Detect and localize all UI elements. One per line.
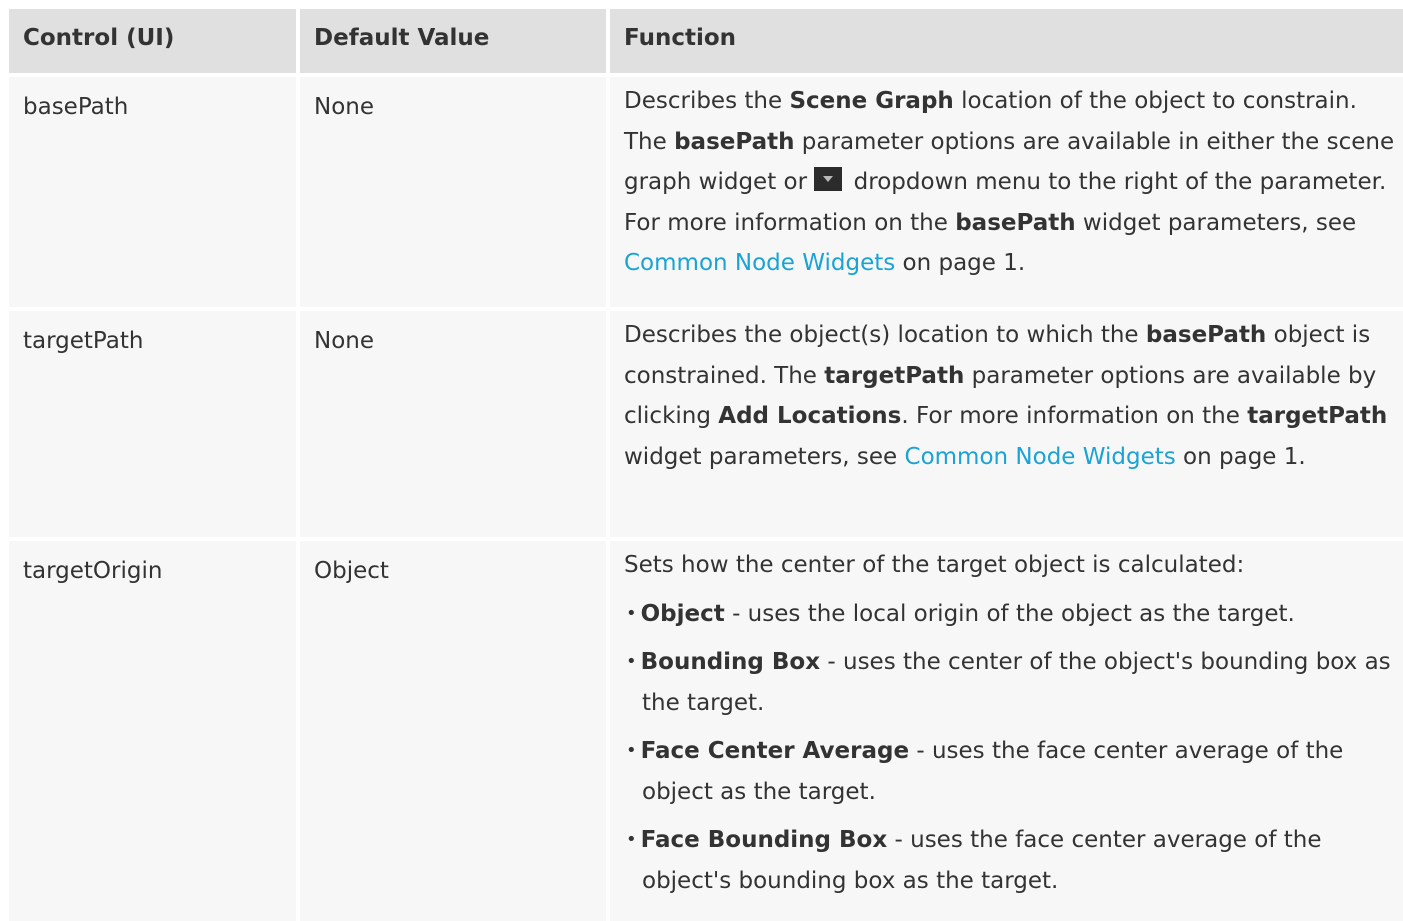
control-name: basePath [23, 94, 129, 120]
default-value: None [314, 94, 375, 120]
default-value: None [314, 328, 375, 354]
common-node-widgets-link[interactable]: Common Node Widgets [624, 250, 895, 276]
list-item: • Object - uses the local origin of the o… [626, 600, 1295, 627]
parameters-table: Control (UI) Default Value Function base… [9, 9, 1403, 921]
list-item: • Bounding Box - uses the center of the o… [626, 649, 1391, 716]
header-function: Function [610, 9, 1403, 73]
table-row: targetOrigin Object Sets how the center … [9, 541, 1403, 921]
function-description: Describes the object(s) location to whic… [624, 322, 1388, 470]
table-row: targetPath None Describes the object(s) … [9, 311, 1403, 541]
list-item: • Face Center Average - uses the face cen… [626, 738, 1344, 805]
header-default-value: Default Value [300, 9, 610, 73]
function-description: Describes the Scene Graph location of th… [624, 88, 1395, 276]
header-control: Control (UI) [9, 9, 300, 73]
table-row: basePath None Describes the Scene Graph … [9, 77, 1403, 311]
default-value: Object [314, 558, 389, 584]
list-item: • Face Bounding Box - uses the face cente… [626, 827, 1322, 894]
common-node-widgets-link[interactable]: Common Node Widgets [905, 444, 1176, 470]
dropdown-arrow-icon [814, 167, 843, 191]
control-name: targetOrigin [23, 558, 163, 584]
table-header-row: Control (UI) Default Value Function [9, 9, 1403, 77]
function-intro: Sets how the center of the target object… [624, 552, 1245, 578]
control-name: targetPath [23, 328, 144, 354]
